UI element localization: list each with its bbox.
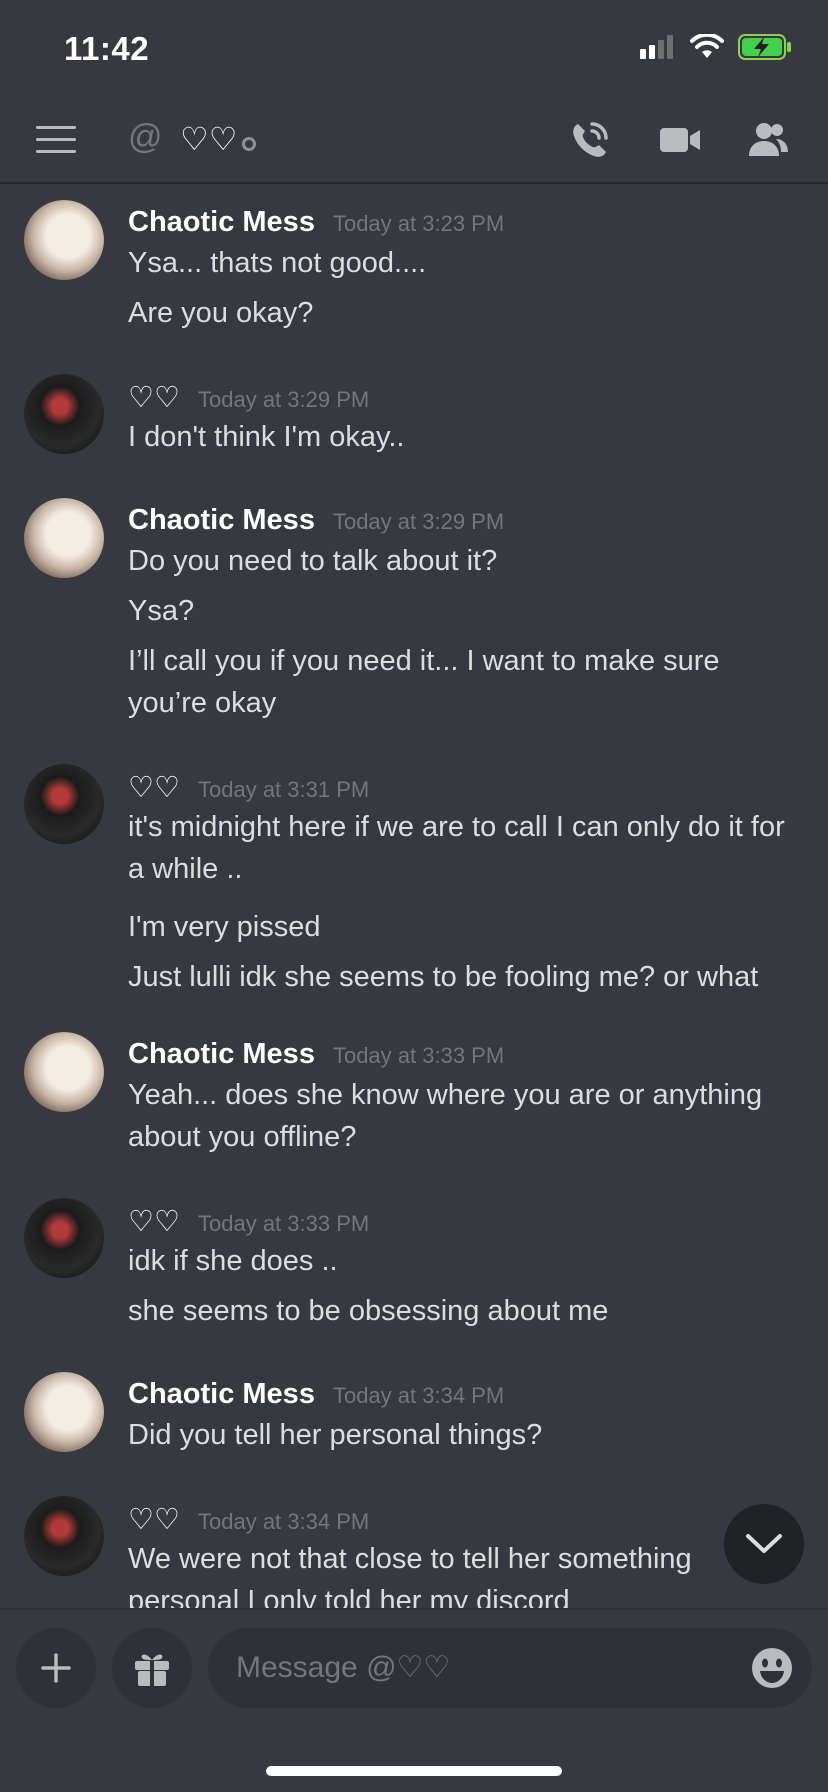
status-time: 11:42 [64,30,150,67]
message-timestamp: Today at 3:33 PM [198,1211,370,1236]
message-text: I'm very pissed [128,911,321,943]
wifi-icon [690,34,724,58]
gift-icon [135,1654,169,1686]
message-author[interactable]: ♡♡ [128,380,180,415]
avatar[interactable] [24,374,104,454]
message-author[interactable]: Chaotic Mess [128,206,315,239]
at-icon: @ [128,118,163,156]
call-icon[interactable] [568,118,612,162]
avatar[interactable] [24,200,104,280]
message-timestamp: Today at 3:23 PM [332,211,505,236]
message-timestamp: Today at 3:31 PM [198,777,370,802]
avatar[interactable] [24,1372,104,1452]
message-text: I don't think I'm okay.. [128,421,405,453]
top-bar: 11:42 @ ♡♡ [0,0,828,184]
avatar[interactable] [24,764,104,844]
composer: Message @♡♡ [0,1608,828,1792]
message-text: Did you tell her personal things? [128,1419,543,1451]
message-timestamp: Today at 3:33 PM [332,1043,505,1068]
message-timestamp: Today at 3:29 PM [332,509,505,534]
message-text: I’ll call you if you need it... I want t… [128,645,720,719]
avatar[interactable] [24,1198,104,1278]
message-author[interactable]: Chaotic Mess [128,1038,315,1071]
message-list[interactable]: Chaotic Mess Today at 3:23 PM Ysa... tha… [0,186,828,1608]
message-timestamp: Today at 3:34 PM [332,1383,505,1408]
add-attachment-button[interactable] [16,1628,96,1708]
message-text: she seems to be obsessing about me [128,1295,609,1327]
battery-charging-icon [738,34,791,60]
home-indicator[interactable] [266,1766,562,1776]
message-text: We were not that close to tell her somet… [128,1543,692,1608]
video-icon[interactable] [658,118,702,162]
jump-to-bottom-button[interactable] [724,1504,804,1584]
message-author[interactable]: Chaotic Mess [128,1378,315,1411]
channel-name[interactable]: ♡♡ [180,120,237,158]
message-text: Do you need to talk about it? [128,545,498,577]
message-timestamp: Today at 3:29 PM [198,387,370,412]
message-text: Ysa? [128,595,195,627]
gift-button[interactable] [112,1628,192,1708]
avatar[interactable] [24,1032,104,1112]
avatar[interactable] [24,1496,104,1576]
offline-status-icon [242,137,256,151]
plus-icon [41,1653,71,1683]
message-author[interactable]: ♡♡ [128,1502,180,1537]
message-author[interactable]: Chaotic Mess [128,504,315,537]
message-text: Yeah... does she know where you are or a… [128,1079,763,1153]
message-placeholder: Message @♡♡ [236,1651,451,1684]
message-text: Just lulli idk she seems to be fooling m… [128,961,759,993]
message-timestamp: Today at 3:34 PM [198,1509,370,1534]
status-icons [640,34,792,60]
message-author[interactable]: ♡♡ [128,1204,180,1239]
hamburger-icon [36,126,76,129]
message-text: Are you okay? [128,297,314,329]
menu-button[interactable] [36,126,76,154]
members-icon[interactable] [746,118,790,162]
chevron-down-icon [746,1534,782,1553]
cellular-icon [640,35,673,59]
avatar[interactable] [24,498,104,578]
message-text: idk if she does .. [128,1245,338,1277]
emoji-icon[interactable] [750,1646,794,1690]
message-text: it's midnight here if we are to call I c… [128,811,785,885]
message-author[interactable]: ♡♡ [128,770,180,805]
message-text: Ysa... thats not good.... [128,247,427,279]
message-input[interactable]: Message @♡♡ [208,1628,812,1708]
dm-screen: 11:42 @ ♡♡ Chaotic Mess Today at 3:23 PM… [0,0,828,1792]
